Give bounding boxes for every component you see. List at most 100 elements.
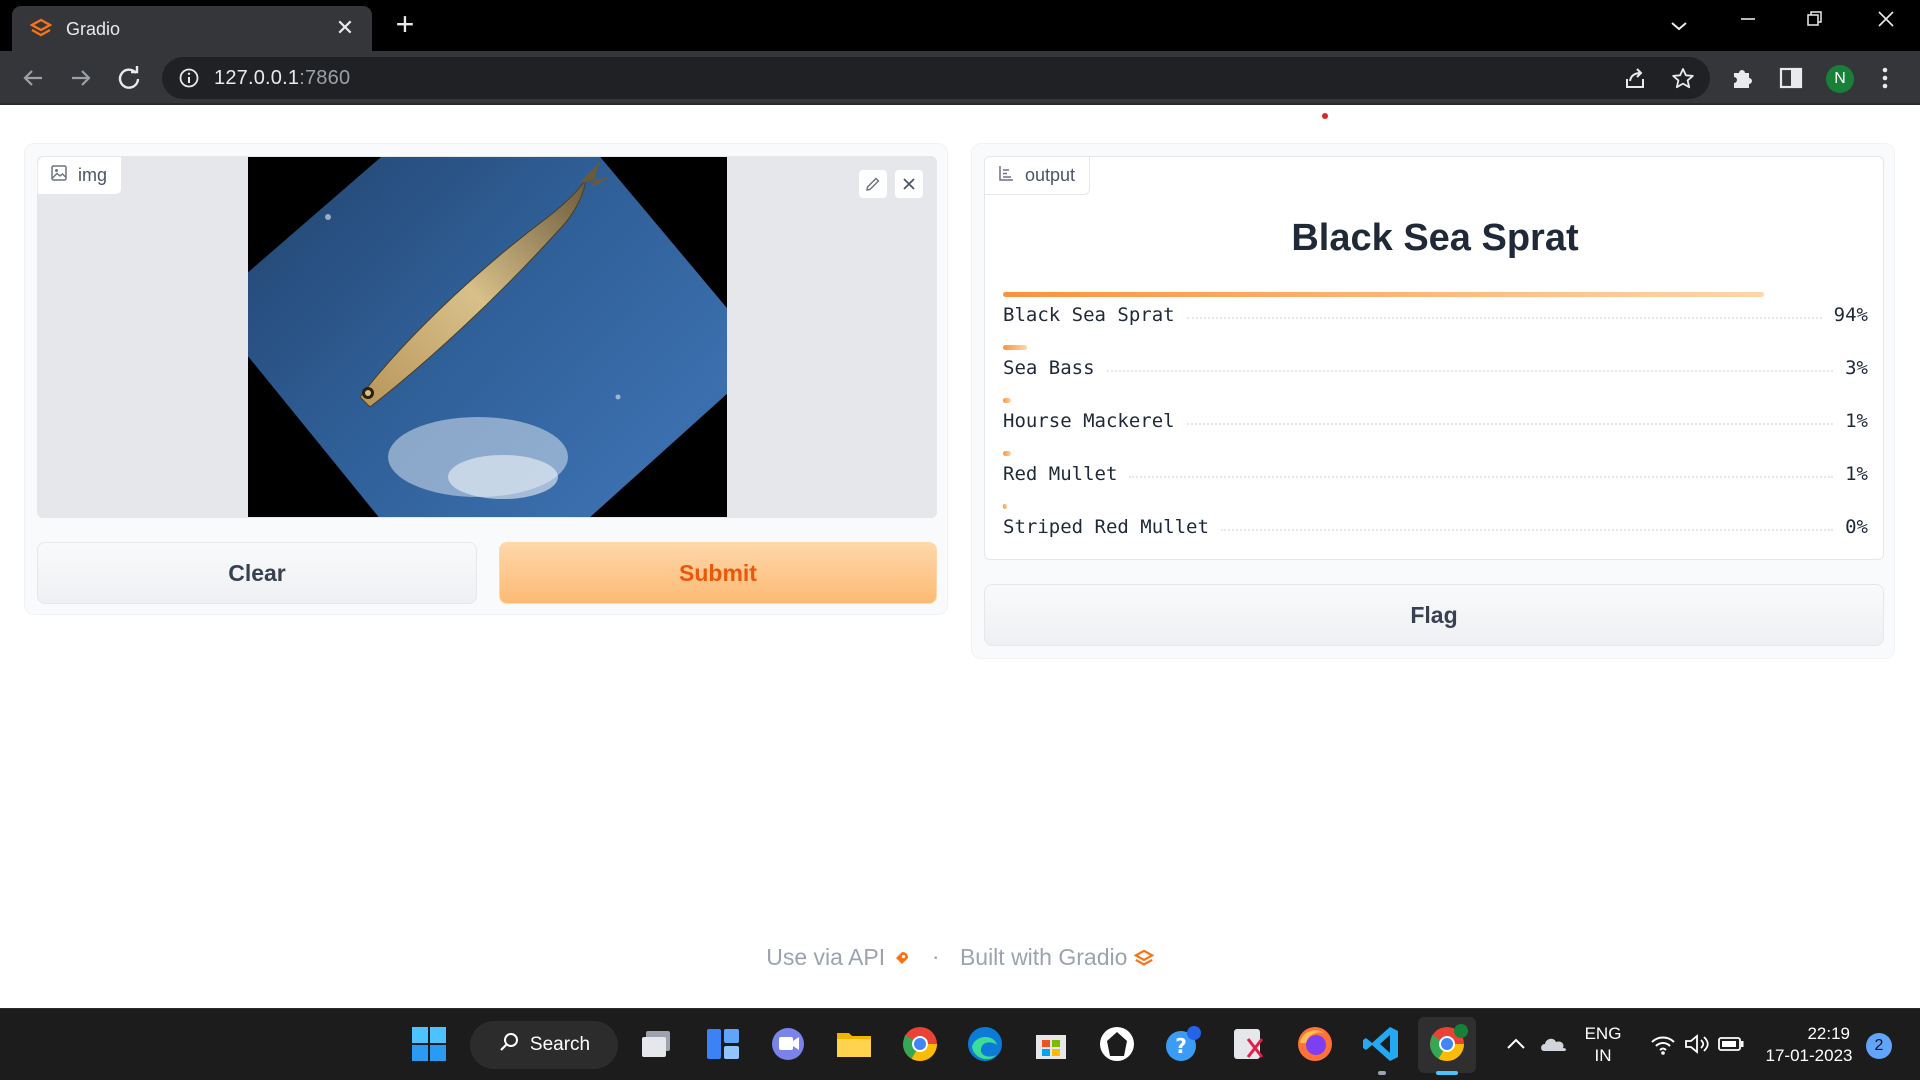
built-link-text: Built with Gradio: [959, 944, 1128, 971]
task-view-icon[interactable]: [636, 1023, 678, 1065]
top-prediction: Black Sea Sprat: [1291, 217, 1579, 259]
browser-tab-strip: Gradio ✕ +: [0, 0, 1920, 51]
microsoft-store-icon[interactable]: [1030, 1023, 1072, 1065]
confidence-item[interactable]: Black Sea Sprat 94%: [1003, 292, 1868, 345]
dotted-leader: [1220, 529, 1834, 531]
search-icon: [498, 1031, 520, 1059]
confidence-label: Striped Red Mullet: [1003, 516, 1209, 538]
edge-icon[interactable]: [964, 1023, 1006, 1065]
vscode-icon[interactable]: [1360, 1023, 1402, 1065]
plus-icon[interactable]: +: [390, 8, 420, 40]
confidence-bar: [1003, 451, 1011, 456]
star-icon[interactable]: [1670, 66, 1696, 92]
reload-icon[interactable]: [113, 62, 145, 94]
chrome-profile-icon[interactable]: [1426, 1023, 1468, 1065]
confidence-bar: [1003, 504, 1007, 509]
extensions-icon[interactable]: [1729, 64, 1757, 92]
chrome-icon[interactable]: [899, 1023, 941, 1065]
confidence-item[interactable]: Sea Bass 3%: [1003, 345, 1868, 398]
confidence-value: 1%: [1845, 410, 1868, 432]
notification-badge[interactable]: 2: [1866, 1033, 1892, 1059]
url-port: :7860: [299, 67, 351, 89]
window-close-icon[interactable]: [1868, 8, 1904, 38]
clock[interactable]: 22:19 17-01-2023: [1760, 1023, 1858, 1067]
info-icon[interactable]: [178, 67, 200, 89]
output-label-text: output: [1025, 165, 1076, 185]
use-via-api-link[interactable]: Use via API: [766, 943, 911, 971]
confidence-label: Sea Bass: [1003, 357, 1095, 379]
clock-time: 22:19: [1807, 1024, 1850, 1043]
address-bar[interactable]: 127.0.0.1:7860: [162, 57, 1710, 99]
image-label-text: img: [78, 165, 108, 185]
sidepanel-icon[interactable]: [1777, 64, 1805, 92]
clock-date: 17-01-2023: [1765, 1046, 1853, 1065]
loading-indicator-dot: [1322, 113, 1328, 119]
confidence-item[interactable]: Red Mullet 1%: [1003, 451, 1868, 504]
label-output: output Black Sea Sprat Black Sea Sprat 9…: [984, 156, 1884, 560]
browser-toolbar: 127.0.0.1:7860 N: [0, 51, 1920, 105]
confidence-value: 0%: [1845, 516, 1868, 538]
language-code: ENG: [1584, 1024, 1622, 1043]
url-text: 127.0.0.1:7860: [214, 67, 350, 90]
output-panel: output Black Sea Sprat Black Sea Sprat 9…: [971, 143, 1895, 659]
widgets-icon[interactable]: [702, 1023, 744, 1065]
submit-button[interactable]: Submit: [499, 542, 937, 604]
confidence-label: Hourse Mackerel: [1003, 410, 1175, 432]
volume-icon[interactable]: [1682, 1023, 1712, 1065]
confidence-bar: [1003, 398, 1011, 403]
confidence-value: 1%: [1845, 463, 1868, 485]
firefox-icon[interactable]: [1294, 1023, 1336, 1065]
dotted-leader: [1129, 476, 1834, 478]
chevron-up-icon[interactable]: [1502, 1023, 1530, 1065]
confidence-value: 94%: [1833, 304, 1868, 326]
confidence-item[interactable]: Striped Red Mullet 0%: [1003, 504, 1868, 557]
rocket-icon: [891, 944, 911, 971]
edit-icon[interactable]: [858, 169, 888, 199]
page-footer: Use via API · Built with Gradio: [0, 942, 1920, 971]
search-label: Search: [529, 1034, 591, 1055]
confidence-label: Black Sea Sprat: [1003, 304, 1175, 326]
input-panel: img Clear Submit: [24, 143, 948, 615]
dotted-leader: [1106, 370, 1834, 372]
snipping-tool-icon[interactable]: [1228, 1023, 1270, 1065]
wifi-icon[interactable]: [1648, 1023, 1678, 1065]
built-with-gradio-link[interactable]: Built with Gradio: [959, 943, 1155, 971]
footer-separator: ·: [931, 943, 940, 970]
confidence-value: 3%: [1845, 357, 1868, 379]
image-block-label: img: [38, 157, 123, 195]
file-explorer-icon[interactable]: [833, 1023, 875, 1065]
back-icon[interactable]: [17, 62, 49, 94]
menu-icon[interactable]: [1875, 63, 1895, 93]
battery-icon[interactable]: [1716, 1023, 1746, 1065]
restore-icon[interactable]: [1797, 8, 1833, 38]
language-indicator[interactable]: ENG IN: [1580, 1023, 1626, 1067]
svg-text:?: ?: [1175, 1034, 1187, 1058]
clear-button[interactable]: Clear: [37, 542, 477, 604]
image-icon: [50, 164, 68, 187]
confidence-list: Black Sea Sprat 94% Sea Bass 3% Hourse M…: [1003, 292, 1868, 557]
clear-image-icon[interactable]: [894, 169, 924, 199]
confidence-item[interactable]: Hourse Mackerel 1%: [1003, 398, 1868, 451]
github-icon[interactable]: [1096, 1023, 1138, 1065]
tab-title: Gradio: [66, 19, 121, 39]
confidence-label: Red Mullet: [1003, 463, 1118, 485]
image-input[interactable]: img: [37, 156, 937, 518]
taskbar-search[interactable]: Search: [470, 1021, 618, 1069]
tab-search-icon[interactable]: [1665, 12, 1693, 40]
minimize-icon[interactable]: [1730, 8, 1766, 38]
teams-chat-icon[interactable]: [767, 1023, 809, 1065]
forward-icon[interactable]: [65, 62, 97, 94]
windows-start-icon[interactable]: [408, 1023, 450, 1065]
help-icon[interactable]: ?: [1162, 1023, 1204, 1065]
windows-taskbar: Search ? ENG IN 22:19 17-01-2023 2: [0, 1008, 1920, 1080]
onedrive-icon[interactable]: [1538, 1023, 1570, 1065]
dotted-leader: [1186, 423, 1834, 425]
confidence-bar: [1003, 345, 1027, 350]
browser-tab[interactable]: Gradio ✕: [12, 6, 372, 51]
gradio-logo-icon: [29, 18, 53, 40]
flag-button[interactable]: Flag: [984, 584, 1884, 646]
confidence-bar: [1003, 292, 1764, 297]
share-icon[interactable]: [1622, 66, 1648, 92]
close-icon[interactable]: ✕: [332, 15, 358, 41]
profile-avatar[interactable]: N: [1826, 65, 1854, 93]
